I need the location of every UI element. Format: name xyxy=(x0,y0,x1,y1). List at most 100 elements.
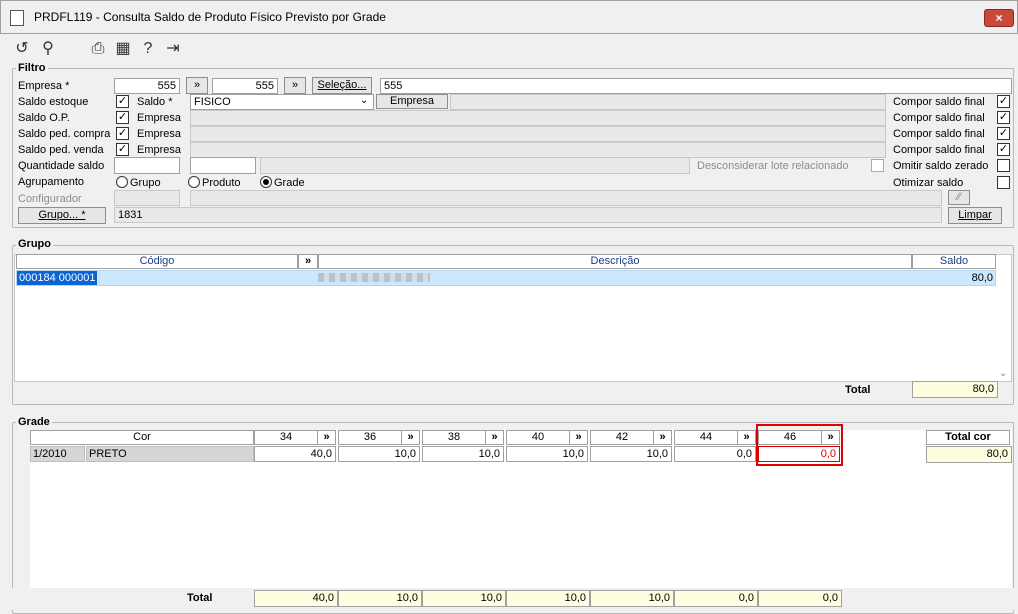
grade-total-size-44: 0,0 xyxy=(674,590,758,607)
grade-col-arrow-button[interactable]: » xyxy=(485,431,503,444)
grade-total-cor-value: 80,0 xyxy=(926,446,1012,463)
grade-title: Grade xyxy=(16,416,52,428)
grupo-radio-label: Grupo xyxy=(130,177,161,189)
saldo-op-field xyxy=(190,110,886,126)
grade-col-size-34[interactable]: 34 » xyxy=(254,430,336,445)
grupo-value-field: 1831 xyxy=(114,207,942,223)
compor-saldo-final-1-checkbox[interactable]: ✓ xyxy=(997,95,1010,108)
desconsiderar-checkbox[interactable] xyxy=(871,159,884,172)
otimizar-label: Otimizar saldo xyxy=(893,177,964,189)
grade-total-label: Total xyxy=(187,592,213,604)
grupo-col-saldo[interactable]: Saldo xyxy=(912,254,996,269)
saldo-estoque-checkbox[interactable]: ✓ xyxy=(116,95,129,108)
grupo-col-descricao[interactable]: Descrição xyxy=(318,254,912,269)
grade-total-size-46: 0,0 xyxy=(758,590,842,607)
grade-cell-size-42[interactable]: 10,0 xyxy=(590,446,672,462)
empresa-header-button[interactable]: Empresa xyxy=(376,94,448,109)
grade-col-size-36[interactable]: 36 » xyxy=(338,430,420,445)
print-icon[interactable]: ⎙ xyxy=(88,39,108,59)
saldo-op-label: Saldo O.P. xyxy=(18,112,70,124)
saldo-select[interactable]: FISICO xyxy=(190,94,374,110)
grupo-button[interactable]: Grupo... * xyxy=(18,207,106,224)
configurador-code-field xyxy=(114,190,180,206)
window-title: PRDFL119 - Consulta Saldo de Produto Fís… xyxy=(34,10,386,24)
compor-saldo-final-2-label: Compor saldo final xyxy=(893,112,985,124)
grade-cell-size-46[interactable]: 0,0 xyxy=(758,446,840,462)
grupo-radio[interactable] xyxy=(116,176,128,188)
grade-col-arrow-button[interactable]: » xyxy=(737,431,755,444)
saldo-ped-compra-checkbox[interactable]: ✓ xyxy=(116,127,129,140)
chevron-down-icon[interactable]: ⌄ xyxy=(360,95,368,106)
grade-cell-size-36[interactable]: 10,0 xyxy=(338,446,420,462)
help-icon[interactable]: ? xyxy=(138,39,158,59)
grade-cell-size-44[interactable]: 0,0 xyxy=(674,446,756,462)
selecao-button[interactable]: Seleção... xyxy=(312,77,372,94)
grade-col-size-40[interactable]: 40 » xyxy=(506,430,588,445)
otimizar-checkbox[interactable] xyxy=(997,176,1010,189)
grade-col-arrow-button[interactable]: » xyxy=(401,431,419,444)
grade-col-arrow-button[interactable]: » xyxy=(569,431,587,444)
grade-col-size-42[interactable]: 42 » xyxy=(590,430,672,445)
grade-cell-size-34[interactable]: 40,0 xyxy=(254,446,336,462)
grupo-col-codigo[interactable]: Código xyxy=(16,254,298,269)
grade-col-size-38[interactable]: 38 » xyxy=(422,430,504,445)
grade-row-code[interactable]: 1/2010 xyxy=(30,446,85,462)
grade-row-cor[interactable]: PRETO xyxy=(86,446,254,462)
saldo-op-checkbox[interactable]: ✓ xyxy=(116,111,129,124)
produto-radio[interactable] xyxy=(188,176,200,188)
empresa-arrow-button[interactable]: » xyxy=(186,77,208,94)
grupo-row-saldo: 80,0 xyxy=(971,272,993,284)
desconsiderar-label: Desconsiderar lote relacionado xyxy=(697,160,849,172)
refresh-icon[interactable]: ↺ xyxy=(12,39,32,59)
filtro-title: Filtro xyxy=(16,62,48,74)
limpar-button[interactable]: Limpar xyxy=(948,207,1002,224)
grupo-row-descricao-blurred xyxy=(318,273,430,282)
agrupamento-label: Agrupamento xyxy=(18,176,85,188)
omitir-checkbox[interactable] xyxy=(997,159,1010,172)
quantidade-saldo-from-input[interactable] xyxy=(114,157,180,174)
grade-total-size-36: 10,0 xyxy=(338,590,422,607)
grade-col-arrow-button[interactable]: » xyxy=(317,431,335,444)
empresa-from-input[interactable]: 555 xyxy=(114,78,180,94)
saldo-ped-venda-field xyxy=(190,142,886,158)
saldo-ped-compra-label: Saldo ped. compra xyxy=(18,128,111,140)
grupo-title: Grupo xyxy=(16,238,53,250)
empresa-desc-field[interactable]: 555 xyxy=(380,78,1012,94)
grupo-row-codigo[interactable]: 000184 000001 xyxy=(17,271,98,285)
configurador-label: Configurador xyxy=(18,193,82,205)
configurador-edit-button[interactable]: ⁄⁄ xyxy=(948,190,970,205)
grade-col-cor[interactable]: Cor xyxy=(30,430,254,445)
grade-col-size-label: 40 xyxy=(531,431,545,443)
empresa-to-input[interactable]: 555 xyxy=(212,78,278,94)
quantidade-saldo-to-input[interactable] xyxy=(190,157,256,174)
grade-cell-size-38[interactable]: 10,0 xyxy=(422,446,504,462)
empresa-to-arrow-button[interactable]: » xyxy=(284,77,306,94)
compor-saldo-final-3-checkbox[interactable]: ✓ xyxy=(997,127,1010,140)
quantidade-saldo-field xyxy=(260,157,690,174)
saldo-label: Saldo * xyxy=(137,96,173,108)
grupo-total-label: Total xyxy=(845,384,871,396)
close-button[interactable]: × xyxy=(984,9,1014,27)
grade-cell-size-40[interactable]: 10,0 xyxy=(506,446,588,462)
compor-saldo-final-2-checkbox[interactable]: ✓ xyxy=(997,111,1010,124)
compor-saldo-final-4-label: Compor saldo final xyxy=(893,144,985,156)
grade-total-size-38: 10,0 xyxy=(422,590,506,607)
grade-col-size-label: 44 xyxy=(699,431,713,443)
grade-col-size-44[interactable]: 44 » xyxy=(674,430,756,445)
grade-col-arrow-button[interactable]: » xyxy=(653,431,671,444)
compor-saldo-final-3-label: Compor saldo final xyxy=(893,128,985,140)
calendar-icon[interactable]: ▦ xyxy=(113,39,133,59)
search-icon[interactable]: ⚲ xyxy=(38,39,58,59)
grupo-row[interactable] xyxy=(16,270,996,286)
compor-saldo-final-4-checkbox[interactable]: ✓ xyxy=(997,143,1010,156)
grade-col-size-label: 36 xyxy=(363,431,377,443)
grade-col-total-cor[interactable]: Total cor xyxy=(926,430,1010,445)
saldo-ped-venda-checkbox[interactable]: ✓ xyxy=(116,143,129,156)
compor-saldo-final-1-label: Compor saldo final xyxy=(893,96,985,108)
grade-total-size-34: 40,0 xyxy=(254,590,338,607)
exit-icon[interactable]: ⇥ xyxy=(163,39,183,59)
grade-radio[interactable] xyxy=(260,176,272,188)
grupo-col-arrow-button[interactable]: » xyxy=(298,254,318,269)
grupo-scroll-down-icon[interactable]: ⌄ xyxy=(999,368,1007,379)
grade-total-size-40: 10,0 xyxy=(506,590,590,607)
